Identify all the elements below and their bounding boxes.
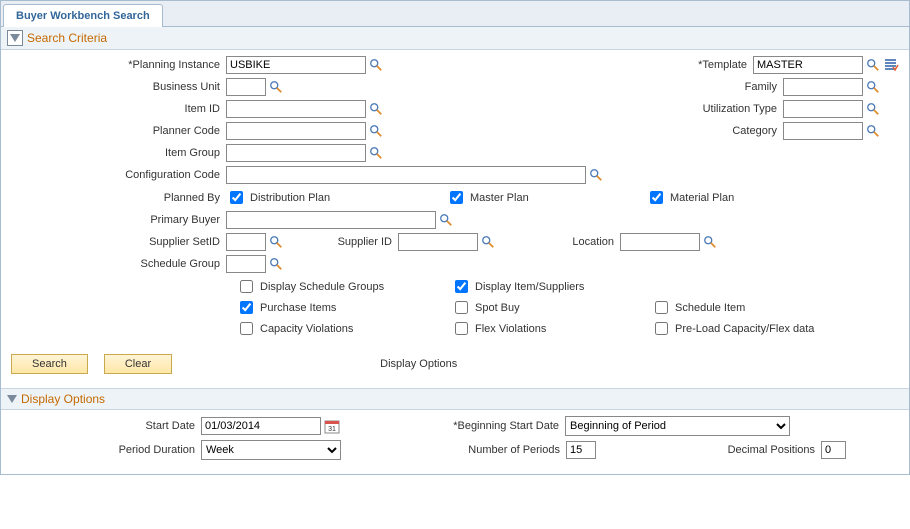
- lookup-icon[interactable]: [369, 146, 383, 160]
- section-title-display-options: Display Options: [21, 392, 105, 406]
- capacity-violations-label: Capacity Violations: [260, 323, 353, 335]
- distribution-plan-label: Distribution Plan: [250, 192, 330, 204]
- display-item-suppliers-label: Display Item/Suppliers: [475, 281, 584, 293]
- tab-bar: Buyer Workbench Search: [1, 1, 909, 27]
- spot-buy-label: Spot Buy: [475, 302, 520, 314]
- master-plan-label: Master Plan: [470, 192, 529, 204]
- lookup-icon[interactable]: [866, 102, 880, 116]
- business-unit-input[interactable]: [226, 78, 266, 96]
- schedule-item-label: Schedule Item: [675, 302, 745, 314]
- preload-capacity-flex-checkbox[interactable]: Pre-Load Capacity/Flex data: [651, 319, 881, 338]
- primary-buyer-label: Primary Buyer: [11, 214, 226, 226]
- purchase-items-checkbox[interactable]: Purchase Items: [236, 298, 451, 317]
- number-of-periods-label: Number of Periods: [341, 444, 566, 456]
- section-display-options-header[interactable]: Display Options: [1, 388, 909, 410]
- beginning-start-date-label: *Beginning Start Date: [340, 420, 565, 432]
- calendar-icon[interactable]: [324, 418, 340, 434]
- material-plan-checkbox[interactable]: Material Plan: [646, 188, 846, 207]
- lookup-icon[interactable]: [369, 124, 383, 138]
- configuration-code-input[interactable]: [226, 166, 586, 184]
- planned-by-label: Planned By: [11, 192, 226, 204]
- period-duration-label: Period Duration: [11, 444, 201, 456]
- material-plan-label: Material Plan: [670, 192, 734, 204]
- supplier-id-input[interactable]: [398, 233, 478, 251]
- display-schedule-groups-checkbox[interactable]: Display Schedule Groups: [236, 277, 451, 296]
- family-input[interactable]: [783, 78, 863, 96]
- supplier-setid-input[interactable]: [226, 233, 266, 251]
- number-of-periods-input[interactable]: [566, 441, 596, 459]
- schedule-group-label: Schedule Group: [11, 258, 226, 270]
- business-unit-label: Business Unit: [11, 81, 226, 93]
- search-button[interactable]: Search: [11, 354, 88, 374]
- display-options-link[interactable]: Display Options: [380, 358, 457, 370]
- beginning-start-date-select[interactable]: Beginning of Period: [565, 416, 790, 436]
- section-title-search-criteria: Search Criteria: [27, 31, 107, 45]
- schedule-group-input[interactable]: [226, 255, 266, 273]
- lookup-icon[interactable]: [439, 213, 453, 227]
- flex-violations-checkbox[interactable]: Flex Violations: [451, 319, 651, 338]
- preload-capacity-flex-label: Pre-Load Capacity/Flex data: [675, 323, 814, 335]
- planner-code-label: Planner Code: [11, 125, 226, 137]
- decimal-positions-label: Decimal Positions: [596, 444, 821, 456]
- start-date-label: Start Date: [11, 420, 201, 432]
- lookup-icon[interactable]: [269, 80, 283, 94]
- supplier-setid-label: Supplier SetID: [11, 236, 226, 248]
- lookup-icon[interactable]: [866, 124, 880, 138]
- flex-violations-label: Flex Violations: [475, 323, 546, 335]
- configuration-code-label: Configuration Code: [11, 169, 226, 181]
- item-id-label: Item ID: [11, 103, 226, 115]
- category-input[interactable]: [783, 122, 863, 140]
- lookup-icon[interactable]: [481, 235, 495, 249]
- spot-buy-checkbox[interactable]: Spot Buy: [451, 298, 651, 317]
- lookup-icon[interactable]: [703, 235, 717, 249]
- utilization-type-input[interactable]: [783, 100, 863, 118]
- list-options-icon[interactable]: [883, 57, 899, 73]
- master-plan-checkbox[interactable]: Master Plan: [446, 188, 646, 207]
- category-label: Category: [653, 125, 783, 137]
- start-date-input[interactable]: [201, 417, 321, 435]
- clear-button[interactable]: Clear: [104, 354, 172, 374]
- lookup-icon[interactable]: [269, 257, 283, 271]
- search-criteria-panel: *Planning Instance *Template Business Un…: [1, 50, 909, 350]
- display-schedule-groups-label: Display Schedule Groups: [260, 281, 384, 293]
- decimal-positions-input[interactable]: [821, 441, 846, 459]
- family-label: Family: [653, 81, 783, 93]
- display-item-suppliers-checkbox[interactable]: Display Item/Suppliers: [451, 277, 651, 296]
- lookup-icon[interactable]: [589, 168, 603, 182]
- collapse-toggle-icon[interactable]: [7, 30, 23, 46]
- collapse-toggle-icon[interactable]: [7, 395, 17, 403]
- planning-instance-input[interactable]: [226, 56, 366, 74]
- template-input[interactable]: [753, 56, 863, 74]
- lookup-icon[interactable]: [369, 102, 383, 116]
- lookup-icon[interactable]: [866, 80, 880, 94]
- primary-buyer-input[interactable]: [226, 211, 436, 229]
- location-label: Location: [495, 236, 620, 248]
- lookup-icon[interactable]: [866, 58, 880, 72]
- item-id-input[interactable]: [226, 100, 366, 118]
- item-group-input[interactable]: [226, 144, 366, 162]
- section-search-criteria-header[interactable]: Search Criteria: [1, 27, 909, 50]
- supplier-id-label: Supplier ID: [283, 236, 398, 248]
- planner-code-input[interactable]: [226, 122, 366, 140]
- planning-instance-label: *Planning Instance: [11, 59, 226, 71]
- action-row: Search Clear Display Options: [1, 350, 909, 382]
- lookup-icon[interactable]: [269, 235, 283, 249]
- schedule-item-checkbox[interactable]: Schedule Item: [651, 298, 881, 317]
- item-group-label: Item Group: [11, 147, 226, 159]
- lookup-icon[interactable]: [369, 58, 383, 72]
- location-input[interactable]: [620, 233, 700, 251]
- period-duration-select[interactable]: Week: [201, 440, 341, 460]
- template-label: *Template: [623, 59, 753, 71]
- distribution-plan-checkbox[interactable]: Distribution Plan: [226, 188, 446, 207]
- tab-buyer-workbench-search[interactable]: Buyer Workbench Search: [3, 4, 163, 27]
- capacity-violations-checkbox[interactable]: Capacity Violations: [236, 319, 451, 338]
- purchase-items-label: Purchase Items: [260, 302, 336, 314]
- display-options-panel: Start Date *Beginning Start Date Beginni…: [1, 410, 909, 474]
- utilization-type-label: Utilization Type: [653, 103, 783, 115]
